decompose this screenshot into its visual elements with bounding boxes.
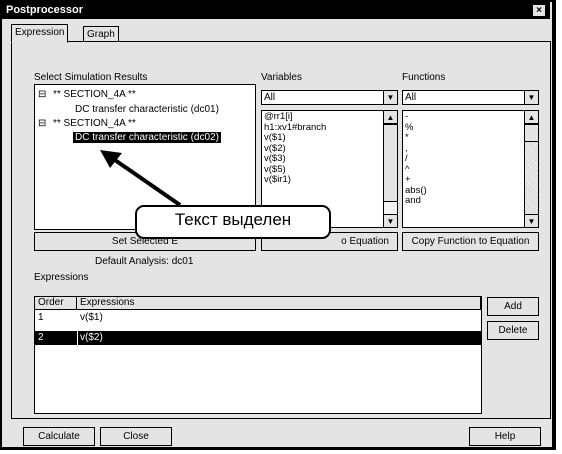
tab-expression[interactable]: Expression — [11, 24, 69, 43]
annotation-callout: Текст выделен — [135, 205, 331, 239]
